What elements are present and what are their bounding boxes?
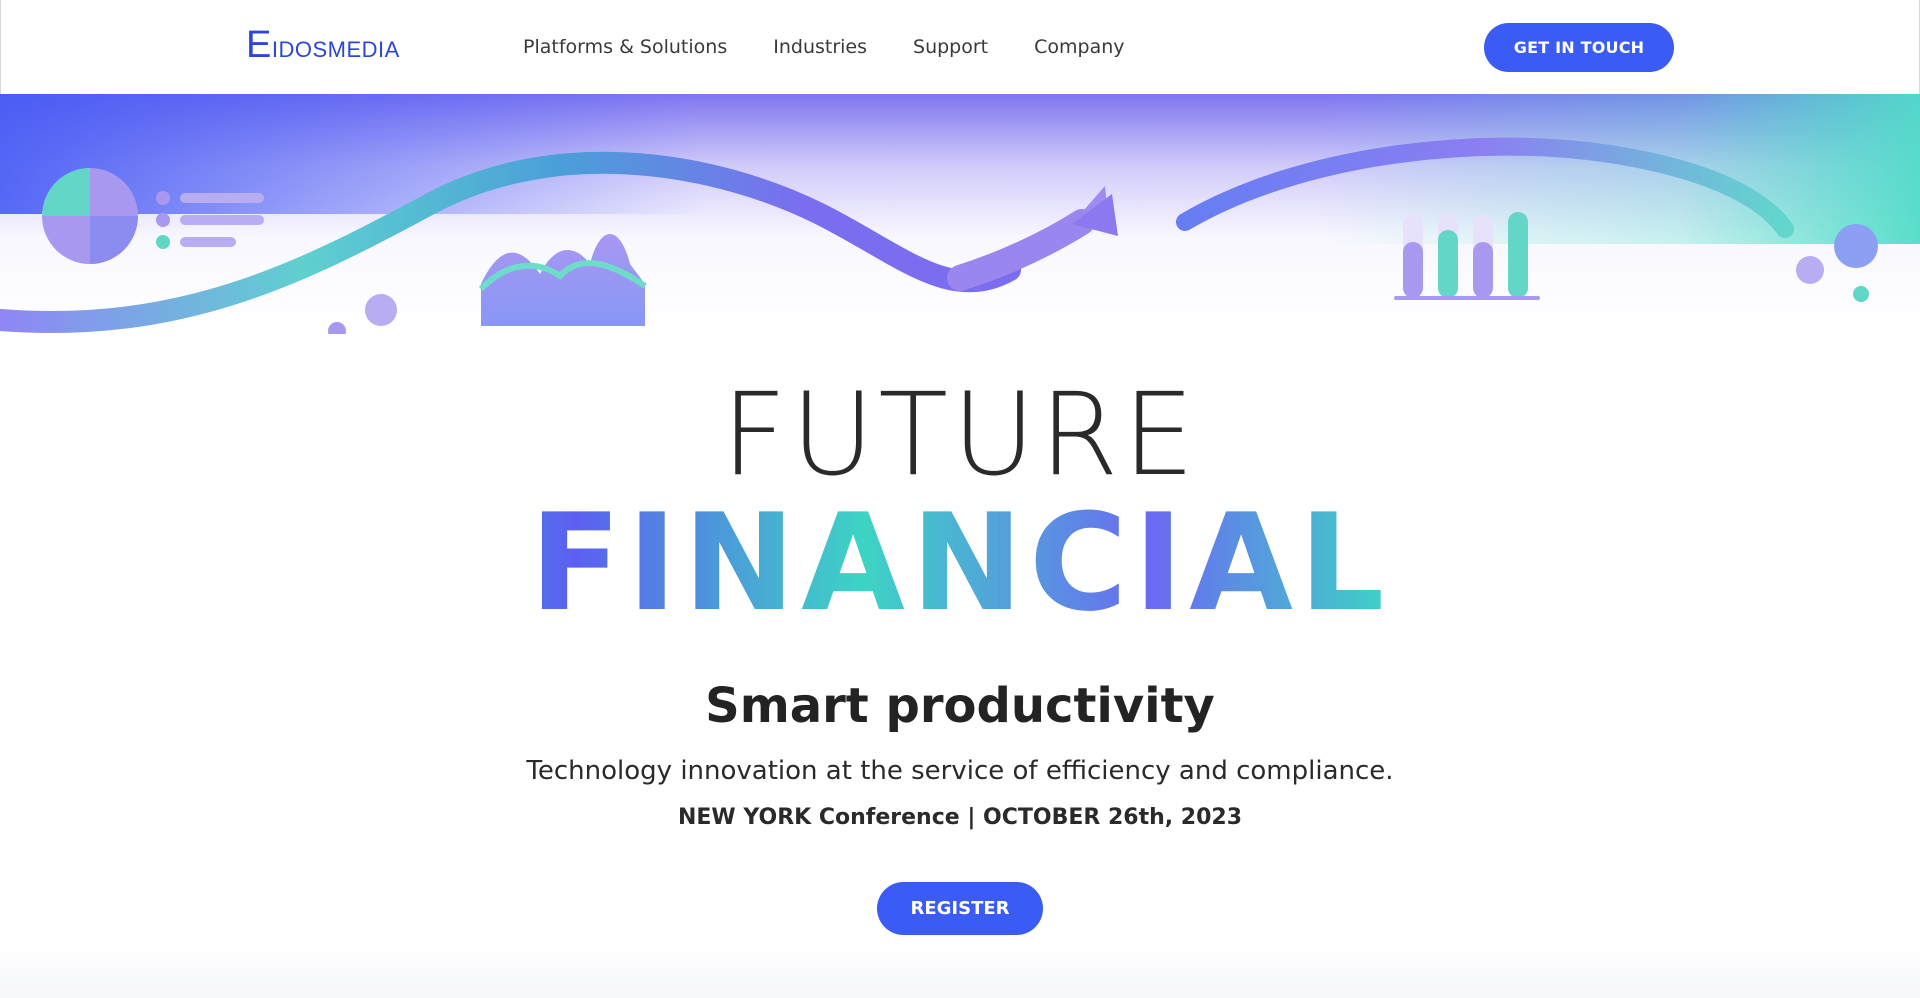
menu-item-industries[interactable]: Industries [773, 36, 867, 58]
hero-event-details: NEW YORK Conference | OCTOBER 26th, 2023 [677, 805, 1243, 830]
menu-item-company[interactable]: Company [1034, 36, 1124, 58]
banner-graphics [0, 137, 1878, 334]
main-menu: Platforms & Solutions Industries Support… [523, 36, 1171, 58]
hero-heading: Smart productivity [705, 678, 1215, 734]
hero-banner-illustration [0, 94, 1920, 334]
menu-item-support[interactable]: Support [913, 36, 988, 58]
register-button[interactable]: REGISTER [877, 882, 1043, 935]
section-fade [0, 940, 1920, 998]
get-in-touch-button[interactable]: GET IN TOUCH [1484, 23, 1674, 72]
pie-chart-icon [42, 168, 138, 264]
eidosmedia-logo[interactable]: Eidosmedia [246, 24, 400, 67]
list-icon [156, 191, 264, 249]
hero-title-financial: FINANCIAL [0, 496, 1920, 630]
area-chart-icon [478, 234, 647, 326]
menu-item-platforms-solutions[interactable]: Platforms & Solutions [523, 36, 727, 58]
top-navigation: Eidosmedia Platforms & Solutions Industr… [0, 0, 1920, 94]
bar-chart-icon [1394, 212, 1540, 300]
hero-title-future: FUTURE [721, 368, 1199, 501]
hero-subtitle: Technology innovation at the service of … [526, 756, 1394, 786]
